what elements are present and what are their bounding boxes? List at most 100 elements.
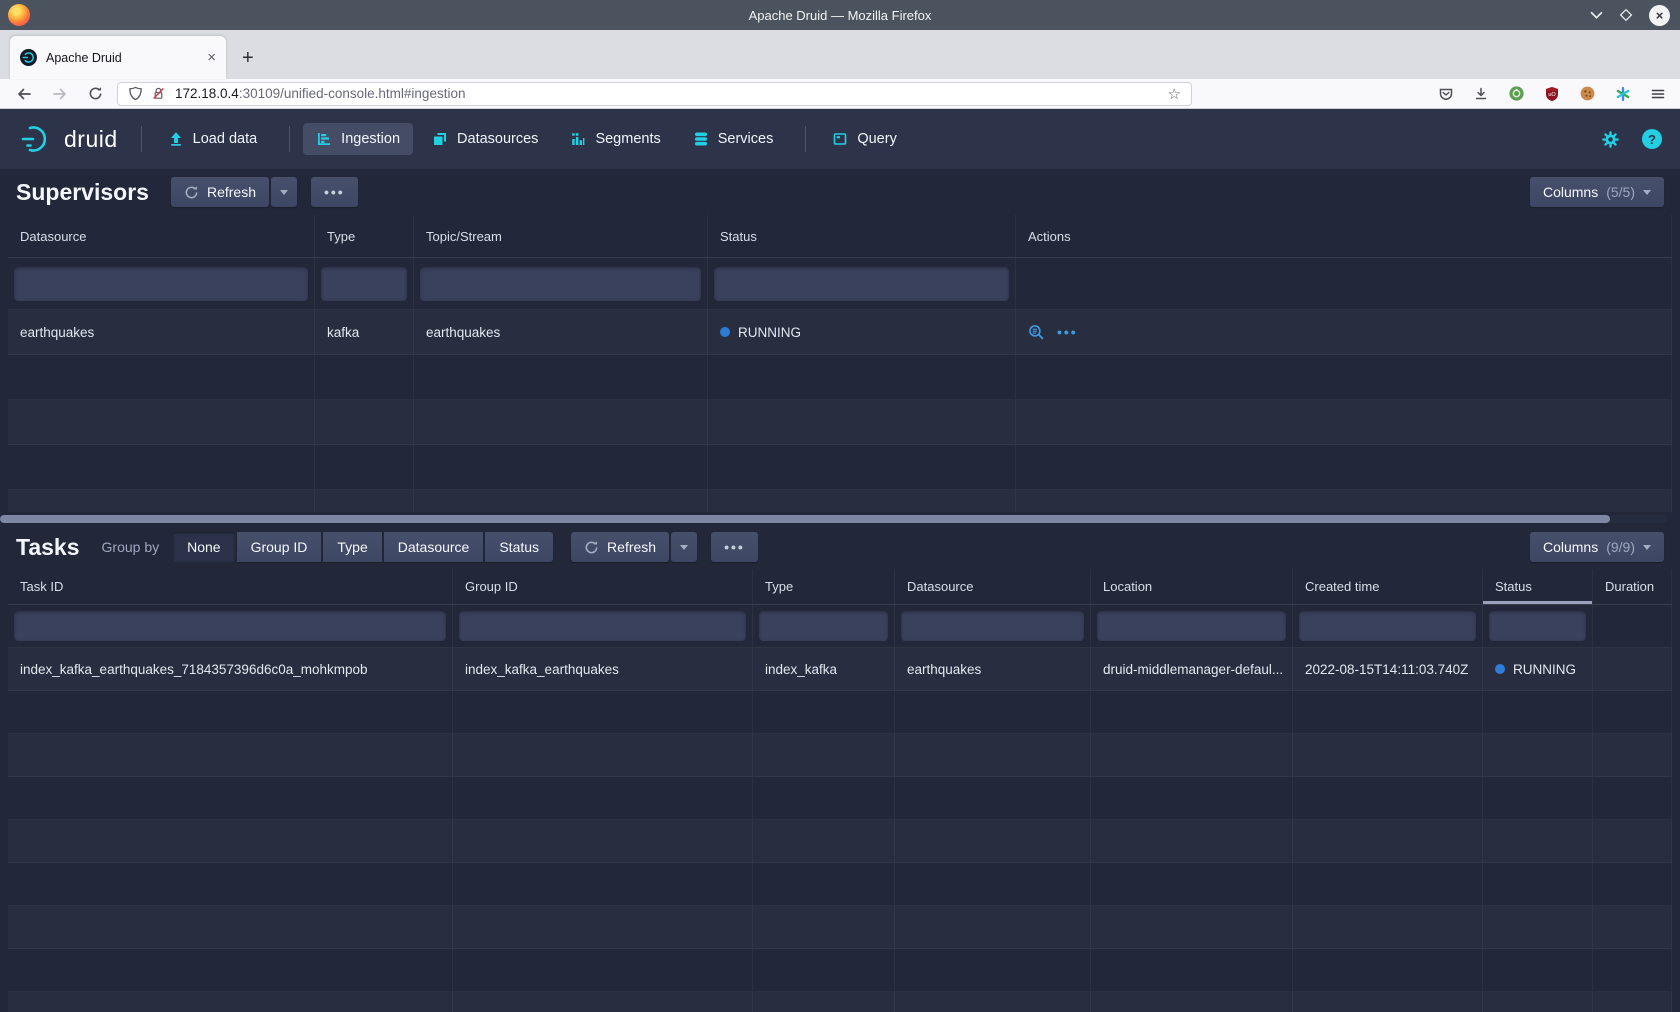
forward-icon[interactable]	[52, 86, 68, 102]
scrollbar-thumb[interactable]	[0, 515, 1610, 523]
refresh-label: Refresh	[607, 539, 656, 555]
pocket-icon[interactable]	[1438, 86, 1454, 102]
column-header-duration[interactable]: Duration	[1593, 569, 1672, 604]
downloads-icon[interactable]	[1473, 86, 1489, 102]
view-detail-icon[interactable]	[1028, 324, 1045, 341]
colorful-asterisk-extension-icon[interactable]	[1615, 86, 1631, 102]
filter-input-type[interactable]	[321, 267, 407, 301]
column-header-datasource[interactable]: Datasource	[8, 215, 315, 257]
window-maximize-icon[interactable]	[1619, 8, 1633, 22]
row-more-actions-icon[interactable]: •••	[1057, 324, 1078, 340]
filter-input-datasource[interactable]	[901, 611, 1084, 641]
tasks-refresh-button[interactable]: Refresh	[571, 532, 669, 562]
horizontal-scrollbar[interactable]	[0, 515, 1668, 523]
browser-tab-apache-druid[interactable]: Apache Druid ×	[10, 36, 226, 79]
extension-icon[interactable]	[1508, 85, 1525, 102]
status-cell: RUNNING	[1483, 648, 1593, 690]
insecure-lock-icon[interactable]	[151, 86, 166, 101]
column-header-type[interactable]: Type	[315, 215, 414, 257]
column-header-datasource[interactable]: Datasource	[895, 569, 1091, 604]
caret-down-icon	[680, 545, 688, 550]
running-status-dot	[1495, 664, 1505, 674]
query-icon	[832, 131, 848, 147]
supervisors-refresh-dropdown-button[interactable]	[271, 177, 297, 207]
cell-topic-stream: earthquakes	[414, 310, 708, 354]
column-header-type[interactable]: Type	[753, 569, 895, 604]
datasources-icon	[432, 131, 448, 147]
nav-item-load-data[interactable]: Load data	[155, 123, 271, 155]
filter-input-task-id[interactable]	[14, 611, 446, 641]
running-status-dot	[720, 327, 730, 337]
cell-duration	[1593, 648, 1672, 690]
refresh-label: Refresh	[207, 184, 256, 200]
url-host: 172.18.0.4	[175, 86, 239, 101]
filter-input-group-id[interactable]	[459, 611, 746, 641]
tasks-columns-button[interactable]: Columns (9/9)	[1530, 532, 1664, 562]
group-by-option-type[interactable]: Type	[323, 532, 381, 562]
cookie-extension-icon[interactable]	[1579, 85, 1596, 102]
ublock-origin-icon[interactable]: uO	[1544, 86, 1560, 102]
cell-datasource: earthquakes	[895, 648, 1091, 690]
settings-gear-icon[interactable]	[1601, 130, 1620, 149]
load-data-icon	[168, 131, 184, 147]
window-minimize-icon[interactable]	[1590, 11, 1603, 19]
nav-item-label: Services	[718, 131, 774, 147]
nav-item-segments[interactable]: Segments	[557, 123, 673, 155]
refresh-icon	[584, 540, 599, 555]
supervisors-refresh-button[interactable]: Refresh	[171, 177, 269, 207]
column-header-created-time[interactable]: Created time	[1293, 569, 1483, 604]
filter-input-status[interactable]	[1489, 611, 1586, 641]
nav-item-datasources[interactable]: Datasources	[419, 123, 551, 155]
column-header-task-id[interactable]: Task ID	[8, 569, 453, 604]
group-by-option-group-id[interactable]: Group ID	[237, 532, 322, 562]
tasks-section-header: Tasks Group by NoneGroup IDTypeDatasourc…	[0, 525, 1680, 569]
hamburger-menu-icon[interactable]	[1650, 86, 1666, 102]
reload-icon[interactable]	[88, 86, 103, 101]
column-header-group-id[interactable]: Group ID	[453, 569, 753, 604]
nav-item-query[interactable]: Query	[819, 123, 910, 155]
tracking-shield-icon[interactable]	[128, 86, 143, 101]
table-row[interactable]: earthquakeskafkaearthquakesRUNNING•••	[8, 310, 1672, 355]
tab-close-icon[interactable]: ×	[207, 49, 216, 66]
window-titlebar: Apache Druid — Mozilla Firefox ×	[0, 0, 1680, 30]
table-row[interactable]: index_kafka_earthquakes_7184357396d6c0a_…	[8, 648, 1672, 691]
empty-row	[8, 490, 1672, 512]
new-tab-button[interactable]: +	[242, 48, 254, 68]
column-header-location[interactable]: Location	[1091, 569, 1293, 604]
filter-input-topic-stream[interactable]	[420, 267, 701, 301]
bookmark-star-icon[interactable]: ☆	[1168, 85, 1181, 103]
group-by-option-datasource[interactable]: Datasource	[384, 532, 484, 562]
tasks-more-actions-button[interactable]: •••	[711, 532, 758, 562]
group-by-option-status[interactable]: Status	[485, 532, 553, 562]
columns-count: (9/9)	[1606, 539, 1635, 555]
nav-item-services[interactable]: Services	[680, 123, 787, 155]
filter-input-created-time[interactable]	[1299, 611, 1476, 641]
empty-row	[8, 777, 1672, 820]
supervisors-more-actions-button[interactable]: •••	[311, 177, 358, 207]
filter-input-status[interactable]	[714, 267, 1009, 301]
tasks-refresh-dropdown-button[interactable]	[671, 532, 697, 562]
window-close-button[interactable]: ×	[1649, 5, 1670, 26]
url-bar[interactable]: 172.18.0.4:30109/unified-console.html#in…	[117, 82, 1192, 106]
cell-created-time: 2022-08-15T14:11:03.740Z	[1293, 648, 1483, 690]
columns-label: Columns	[1543, 184, 1598, 200]
ingestion-icon	[316, 131, 332, 147]
cell-group-id: index_kafka_earthquakes	[453, 648, 753, 690]
actions-cell: •••	[1016, 310, 1672, 354]
column-header-topic-stream[interactable]: Topic/Stream	[414, 215, 708, 257]
browser-toolbar: 172.18.0.4:30109/unified-console.html#in…	[0, 79, 1680, 109]
supervisors-columns-button[interactable]: Columns (5/5)	[1530, 177, 1664, 207]
group-by-option-none[interactable]: None	[173, 532, 234, 562]
filter-input-type[interactable]	[759, 611, 888, 641]
back-icon[interactable]	[16, 86, 32, 102]
firefox-window: Apache Druid — Mozilla Firefox × Apache …	[0, 0, 1680, 1012]
help-icon[interactable]: ?	[1642, 129, 1662, 149]
filter-input-datasource[interactable]	[14, 267, 308, 301]
column-header-actions[interactable]: Actions	[1016, 215, 1672, 257]
column-header-status[interactable]: Status	[708, 215, 1016, 257]
druid-logo[interactable]: druid	[18, 122, 118, 156]
nav-item-ingestion[interactable]: Ingestion	[303, 123, 413, 155]
filter-input-location[interactable]	[1097, 611, 1286, 641]
column-header-status[interactable]: Status	[1483, 569, 1593, 604]
supervisors-title: Supervisors	[16, 179, 149, 206]
